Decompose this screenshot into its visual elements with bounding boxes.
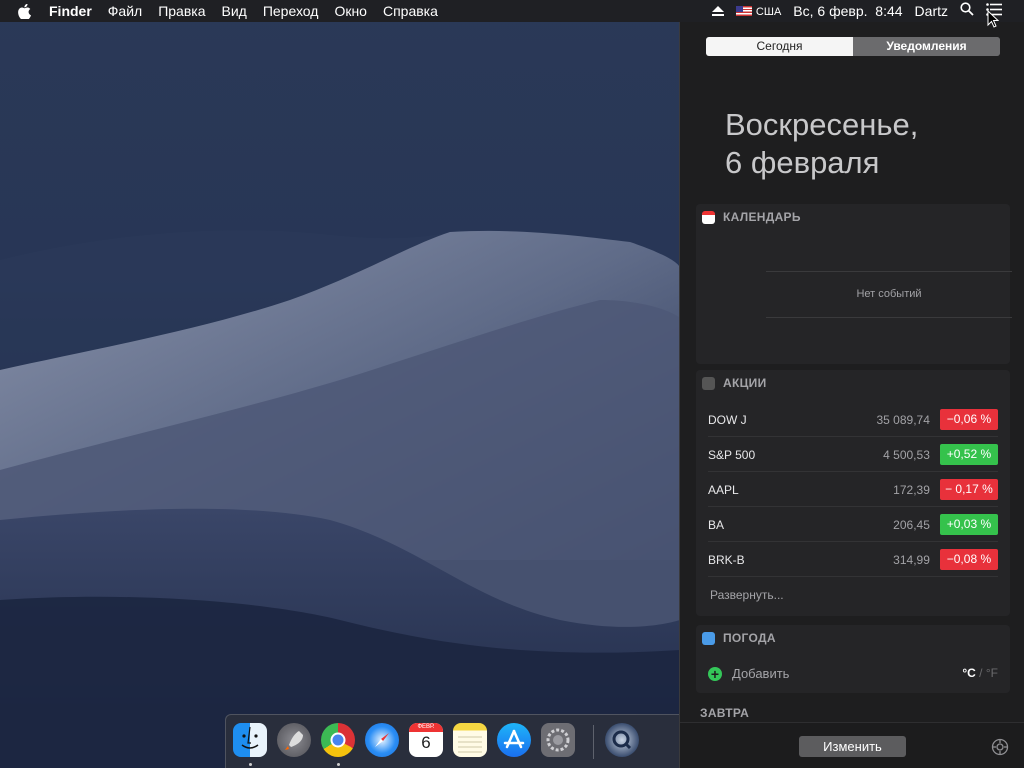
temperature-unit-toggle[interactable]: °C / °F (962, 666, 998, 680)
stocks-widget: АКЦИИ DOW J 35 089,74 −0,06 % S&P 500 4 … (696, 370, 1010, 616)
stocks-icon (702, 376, 715, 390)
stock-price: 314,99 (893, 552, 930, 567)
gear-icon[interactable] (991, 738, 1009, 761)
menubar-clock[interactable]: Вс, 6 февр. 8:44 (787, 0, 908, 22)
divider (766, 317, 1012, 318)
input-source-menu[interactable]: США (730, 0, 787, 23)
notification-center-footer: Изменить (680, 722, 1024, 768)
tomorrow-section-title: ЗАВТРА (700, 706, 750, 720)
divider (766, 271, 1012, 272)
stocks-widget-title: АКЦИИ (723, 376, 767, 390)
spotlight-search-icon[interactable] (954, 0, 980, 22)
quicktime-icon[interactable] (605, 723, 639, 757)
menu-file[interactable]: Файл (100, 0, 150, 22)
stock-change-badge[interactable]: +0,03 % (939, 514, 998, 535)
menu-view[interactable]: Вид (214, 0, 255, 22)
us-flag-icon (735, 6, 752, 17)
today-notifications-segmented-control: Сегодня Уведомления (706, 37, 1000, 56)
calendar-widget-title: КАЛЕНДАРЬ (723, 210, 801, 224)
calendar-icon[interactable]: ФЕВР. 6 (409, 723, 443, 757)
weather-icon (702, 631, 715, 645)
menu-edit[interactable]: Правка (150, 0, 213, 22)
edit-widgets-button[interactable]: Изменить (799, 736, 906, 757)
fahrenheit-option[interactable]: °F (986, 666, 998, 680)
stocks-widget-header[interactable]: АКЦИИ (702, 376, 767, 390)
system-preferences-icon[interactable] (541, 723, 575, 757)
tab-notifications[interactable]: Уведомления (853, 37, 1000, 56)
safari-icon[interactable] (365, 723, 399, 757)
apple-menu-icon[interactable] (0, 3, 41, 19)
eject-icon[interactable] (706, 0, 730, 22)
stock-change-badge[interactable]: − 0,17 % (939, 479, 998, 500)
finder-icon[interactable] (233, 723, 267, 757)
mouse-cursor-icon (987, 9, 1000, 33)
date-weekday: Воскресенье, (725, 107, 919, 142)
menu-go[interactable]: Переход (255, 0, 327, 22)
menu-help[interactable]: Справка (375, 0, 446, 22)
stock-symbol: BA (708, 517, 725, 532)
menu-window[interactable]: Окно (326, 0, 375, 22)
stock-row[interactable]: BA 206,45 +0,03 % (708, 508, 998, 542)
running-indicator (249, 763, 252, 766)
stock-symbol: DOW J (708, 412, 747, 427)
tab-today[interactable]: Сегодня (706, 37, 853, 56)
stocks-expand-link[interactable]: Развернуть... (710, 588, 784, 602)
menu-bar: Finder Файл Правка Вид Переход Окно Спра… (0, 0, 1024, 22)
stock-change-badge[interactable]: +0,52 % (939, 444, 998, 465)
stock-price: 172,39 (893, 482, 930, 497)
stock-row[interactable]: S&P 500 4 500,53 +0,52 % (708, 438, 998, 472)
unit-separator: / (979, 666, 983, 680)
stock-symbol: BRK-B (708, 552, 745, 567)
input-source-label: США (755, 6, 782, 18)
stock-price: 35 089,74 (876, 412, 930, 427)
celsius-option[interactable]: °C (962, 666, 975, 680)
add-location-icon[interactable]: + (708, 667, 722, 681)
calendar-icon (702, 210, 715, 224)
stock-symbol: S&P 500 (708, 447, 756, 462)
user-menu[interactable]: Dartz (909, 0, 954, 22)
dock-separator (593, 725, 594, 759)
stock-change-badge[interactable]: −0,06 % (939, 409, 998, 430)
stock-row[interactable]: AAPL 172,39 − 0,17 % (708, 473, 998, 507)
notification-center-panel: Сегодня Уведомления Воскресенье, 6 февра… (679, 22, 1024, 768)
stock-price: 206,45 (893, 517, 930, 532)
chrome-icon[interactable] (321, 723, 355, 757)
weather-widget-title: ПОГОДА (723, 631, 776, 645)
calendar-widget-header[interactable]: КАЛЕНДАРЬ (702, 210, 801, 224)
add-location-button[interactable]: Добавить (732, 666, 789, 681)
calendar-widget: КАЛЕНДАРЬ Нет событий (696, 204, 1012, 364)
calendar-month-label: ФЕВР. (409, 723, 443, 732)
weather-widget-header[interactable]: ПОГОДА (702, 631, 776, 645)
stock-price: 4 500,53 (883, 447, 930, 462)
stock-row[interactable]: BRK-B 314,99 −0,08 % (708, 543, 998, 577)
app-menu-finder[interactable]: Finder (41, 0, 100, 22)
stock-row[interactable]: DOW J 35 089,74 −0,06 % (708, 403, 998, 437)
today-date-heading: Воскресенье, 6 февраля (725, 106, 918, 182)
stock-change-badge[interactable]: −0,08 % (939, 549, 998, 570)
calendar-day-label: 6 (421, 733, 431, 752)
stock-symbol: AAPL (708, 482, 739, 497)
calendar-empty-text: Нет событий (856, 288, 922, 300)
notes-icon[interactable] (453, 723, 487, 757)
running-indicator (337, 763, 340, 766)
dock: ФЕВР. 6 (225, 714, 685, 768)
weather-widget: ПОГОДА + Добавить °C / °F (696, 625, 1010, 693)
launchpad-icon[interactable] (277, 723, 311, 757)
date-day-month: 6 февраля (725, 145, 880, 180)
app-store-icon[interactable] (497, 723, 531, 757)
